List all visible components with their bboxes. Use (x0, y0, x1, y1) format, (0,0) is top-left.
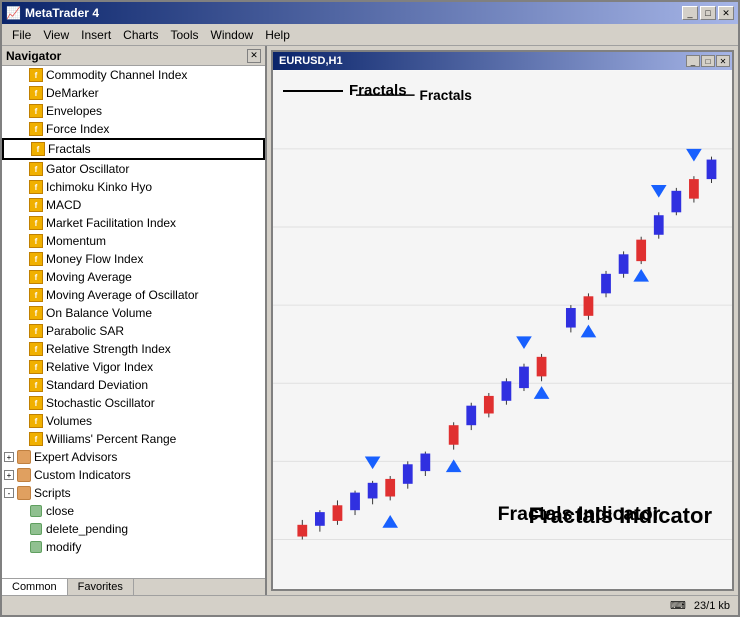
menu-tools[interactable]: Tools (165, 26, 205, 44)
list-item[interactable]: f Moving Average (2, 268, 265, 286)
list-item[interactable]: f Parabolic SAR (2, 322, 265, 340)
maximize-button[interactable]: □ (700, 6, 716, 20)
menu-file[interactable]: File (6, 26, 37, 44)
list-item[interactable]: f Stochastic Oscillator (2, 394, 265, 412)
indicator-icon: f (28, 341, 44, 357)
fractals-label: Fractals (283, 82, 407, 99)
list-item[interactable]: f Moving Average of Oscillator (2, 286, 265, 304)
inner-minimize[interactable]: _ (686, 55, 700, 67)
inner-maximize[interactable]: □ (701, 55, 715, 67)
inner-controls: _ □ ✕ (686, 55, 730, 67)
navigator-tabs: Common Favorites (2, 578, 265, 595)
indicator-icon: f (30, 141, 46, 157)
list-item[interactable]: f Force Index (2, 120, 265, 138)
custom-indicators-item[interactable]: + Custom Indicators (2, 466, 265, 484)
navigator-body[interactable]: f Commodity Channel Index f DeMarker f E… (2, 66, 265, 578)
list-item[interactable]: f Market Facilitation Index (2, 214, 265, 232)
title-bar-controls: _ □ ✕ (682, 6, 734, 20)
list-item[interactable]: f Momentum (2, 232, 265, 250)
list-item[interactable]: f Money Flow Index (2, 250, 265, 268)
menu-charts[interactable]: Charts (117, 26, 164, 44)
list-item[interactable]: f Relative Strength Index (2, 340, 265, 358)
indicator-icon: f (28, 323, 44, 339)
list-item[interactable]: f Williams' Percent Range (2, 430, 265, 448)
fractals-item[interactable]: f Fractals (2, 138, 265, 160)
inner-window: EURUSD,H1 _ □ ✕ Fractals Fractals Indica… (271, 50, 734, 591)
main-window: 📈 MetaTrader 4 _ □ ✕ File View Insert Ch… (0, 0, 740, 617)
app-title: MetaTrader 4 (25, 6, 99, 20)
list-item[interactable]: f Envelopes (2, 102, 265, 120)
main-content: Navigator ✕ f Commodity Channel Index f … (2, 46, 738, 595)
list-item[interactable]: f Gator Oscillator (2, 160, 265, 178)
chart-content: Fractals Fractals Indicator (273, 70, 732, 589)
indicator-icon: f (28, 161, 44, 177)
status-bar: ⌨ 23/1 kb (2, 595, 738, 615)
menu-view[interactable]: View (37, 26, 75, 44)
chart-container: EURUSD,H1 _ □ ✕ Fractals Fractals Indica… (267, 46, 738, 595)
script-icon (28, 503, 44, 519)
close-button[interactable]: ✕ (718, 6, 734, 20)
menu-window[interactable]: Window (205, 26, 260, 44)
keyboard-icon: ⌨ (670, 599, 686, 612)
fractals-indicator-label: Fractals Indicator (529, 503, 712, 529)
menu-help[interactable]: Help (259, 26, 296, 44)
navigator-panel: Navigator ✕ f Commodity Channel Index f … (2, 46, 267, 595)
indicator-icon: f (28, 269, 44, 285)
list-item[interactable]: close (2, 502, 265, 520)
expand-icon[interactable]: + (4, 452, 14, 462)
indicator-icon: f (28, 413, 44, 429)
inner-close[interactable]: ✕ (716, 55, 730, 67)
indicator-icon: f (28, 121, 44, 137)
list-item[interactable]: modify (2, 538, 265, 556)
menu-bar: File View Insert Charts Tools Window Hel… (2, 24, 738, 46)
indicator-icon: f (28, 67, 44, 83)
title-bar-text: 📈 MetaTrader 4 (6, 6, 99, 20)
folder-icon (16, 467, 32, 483)
inner-title-bar: EURUSD,H1 _ □ ✕ (273, 52, 732, 70)
indicator-icon: f (28, 215, 44, 231)
indicator-icon: f (28, 85, 44, 101)
indicator-icon: f (28, 431, 44, 447)
folder-icon (16, 485, 32, 501)
expert-advisors-item[interactable]: + Expert Advisors (2, 448, 265, 466)
indicator-icon: f (28, 251, 44, 267)
navigator-header: Navigator ✕ (2, 46, 265, 66)
list-item[interactable]: delete_pending (2, 520, 265, 538)
menu-insert[interactable]: Insert (75, 26, 117, 44)
indicator-icon: f (28, 395, 44, 411)
script-icon (28, 521, 44, 537)
script-icon (28, 539, 44, 555)
list-item[interactable]: f On Balance Volume (2, 304, 265, 322)
list-item[interactable]: f Standard Deviation (2, 376, 265, 394)
expand-icon[interactable]: + (4, 470, 14, 480)
indicator-icon: f (28, 359, 44, 375)
navigator-close-button[interactable]: ✕ (247, 49, 261, 63)
list-item[interactable]: f Volumes (2, 412, 265, 430)
indicator-icon: f (28, 179, 44, 195)
tab-favorites[interactable]: Favorites (68, 579, 134, 595)
title-bar: 📈 MetaTrader 4 _ □ ✕ (2, 2, 738, 24)
scripts-item[interactable]: - Scripts (2, 484, 265, 502)
tab-common[interactable]: Common (2, 579, 68, 595)
indicator-icon: f (28, 103, 44, 119)
list-item[interactable]: f MACD (2, 196, 265, 214)
folder-icon (16, 449, 32, 465)
svg-text:Fractals: Fractals (419, 88, 472, 103)
list-item[interactable]: f DeMarker (2, 84, 265, 102)
indicator-icon: f (28, 287, 44, 303)
minimize-button[interactable]: _ (682, 6, 698, 20)
expand-icon[interactable]: - (4, 488, 14, 498)
list-item[interactable]: f Ichimoku Kinko Hyo (2, 178, 265, 196)
indicator-icon: f (28, 197, 44, 213)
indicator-icon: f (28, 377, 44, 393)
app-icon: 📈 (6, 6, 21, 20)
status-info: 23/1 kb (694, 600, 730, 612)
inner-title-text: EURUSD,H1 (275, 55, 343, 67)
list-item[interactable]: f Commodity Channel Index (2, 66, 265, 84)
navigator-title: Navigator (6, 49, 61, 63)
list-item[interactable]: f Relative Vigor Index (2, 358, 265, 376)
indicator-icon: f (28, 305, 44, 321)
indicator-icon: f (28, 233, 44, 249)
